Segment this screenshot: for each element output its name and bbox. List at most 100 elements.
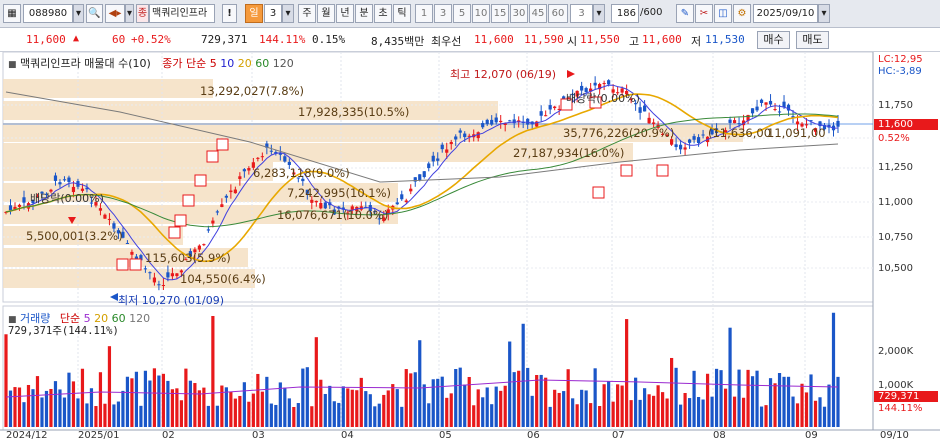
vol-y-tick-label: 1,000K xyxy=(878,380,914,391)
volume-bar xyxy=(4,334,8,427)
candle-body xyxy=(67,177,71,182)
up-arrow-icon: ▲ xyxy=(73,33,80,44)
interval-input[interactable]: 3 xyxy=(570,4,593,23)
volume-bar xyxy=(436,378,440,427)
sell-button[interactable]: 매도 xyxy=(796,31,829,49)
period-week-button[interactable]: 주 xyxy=(298,4,316,23)
candle-body xyxy=(481,123,485,128)
panel-handle-icon: ■ xyxy=(8,60,17,70)
volume-bar xyxy=(755,370,759,427)
candle-body xyxy=(125,242,130,244)
volume-bar xyxy=(220,385,224,427)
x-tick-label: 09 xyxy=(805,430,818,441)
current-volume-tag: 729,371 xyxy=(874,391,938,402)
volume-bar xyxy=(472,405,476,427)
buy-signal-marker xyxy=(129,258,142,271)
volume-bar xyxy=(786,376,791,427)
interval-1-button[interactable]: 1 xyxy=(415,4,433,23)
chart-type-icon[interactable]: ◫ xyxy=(714,4,732,23)
interval-10-button[interactable]: 10 xyxy=(472,4,490,23)
volume-bar xyxy=(35,376,40,427)
candle-body xyxy=(22,197,26,203)
period-tick-button[interactable]: 틱 xyxy=(393,4,411,23)
candle-body xyxy=(764,102,768,105)
search-icon[interactable]: 🔍 xyxy=(86,4,103,23)
interval-30-button[interactable]: 30 xyxy=(510,4,528,23)
menu-icon[interactable]: ▦ xyxy=(3,4,21,23)
candle-body xyxy=(508,120,512,122)
volume-bar xyxy=(643,388,647,427)
price-panel-legend: ■ 맥쿼리인프라 매물대 수(10) 종가 단순 5 10 20 60 120 xyxy=(8,55,294,71)
volume-bar xyxy=(229,391,233,427)
volume-bar xyxy=(265,376,269,427)
x-tick-label: 03 xyxy=(252,430,265,441)
candle-body xyxy=(395,202,399,205)
candle-body xyxy=(157,284,161,286)
candle-body xyxy=(202,244,206,246)
speaker-dropdown-icon[interactable]: ▾ xyxy=(125,4,134,23)
period-month-button[interactable]: 월 xyxy=(317,4,335,23)
candle-body xyxy=(427,163,431,169)
volume-bar xyxy=(305,367,309,427)
candle-body xyxy=(310,199,314,203)
interval-3-button[interactable]: 3 xyxy=(434,4,452,23)
volume-bar xyxy=(809,374,813,427)
volume-bar xyxy=(670,357,674,427)
buy-button[interactable]: 매수 xyxy=(757,31,790,49)
volume-bar xyxy=(188,380,192,427)
candle-body xyxy=(175,273,179,277)
alert-button[interactable]: ! xyxy=(222,4,237,23)
volume-bar xyxy=(566,369,570,427)
volume-bar xyxy=(296,403,300,427)
candle-body xyxy=(553,106,557,109)
code-dropdown-icon[interactable]: ▾ xyxy=(73,4,84,23)
calendar-dropdown-icon[interactable]: ▾ xyxy=(818,4,830,23)
volume-bar xyxy=(143,370,148,427)
volume-bar xyxy=(373,406,377,427)
volume-bar xyxy=(777,373,782,427)
volume-bar xyxy=(503,385,507,427)
buy-signal-marker xyxy=(116,258,129,271)
volume-bar xyxy=(620,385,624,427)
volume-bar xyxy=(8,390,13,427)
period-spinner-icon[interactable]: ▾ xyxy=(282,4,294,23)
volume-bar xyxy=(548,406,552,427)
interval-15-button[interactable]: 15 xyxy=(491,4,509,23)
vol-ma120-label: 120 xyxy=(129,312,151,325)
interval-45-button[interactable]: 45 xyxy=(529,4,547,23)
date-input[interactable]: 2025/09/10 xyxy=(753,4,818,23)
period-second-button[interactable]: 초 xyxy=(374,4,392,23)
stock-code-input[interactable]: 088980 xyxy=(23,4,73,23)
interval-60-button[interactable]: 60 xyxy=(548,4,568,23)
interval-spinner-icon[interactable]: ▾ xyxy=(593,4,605,23)
period-minute-button[interactable]: 분 xyxy=(355,4,373,23)
interval-5-button[interactable]: 5 xyxy=(453,4,471,23)
speaker-icon[interactable]: ◀▸ xyxy=(105,4,125,23)
volume-bar xyxy=(130,378,134,427)
volume-bar xyxy=(53,381,58,427)
candle-body xyxy=(224,195,228,198)
volume-bar xyxy=(125,376,130,427)
candle-body xyxy=(58,182,62,185)
period-num-input[interactable]: 3 xyxy=(264,4,282,23)
low-label: 저 xyxy=(691,36,702,48)
volume-bar xyxy=(625,319,629,427)
tool-icon[interactable]: ✎ xyxy=(676,4,694,23)
period-day-button[interactable]: 일 xyxy=(245,4,263,23)
period-year-button[interactable]: 년 xyxy=(336,4,354,23)
volume-bar xyxy=(831,312,836,427)
volume-bar xyxy=(224,387,228,427)
candle-body xyxy=(674,144,678,148)
drawing-icon[interactable]: ✂ xyxy=(695,4,713,23)
current-price-tag: 11,600 xyxy=(874,119,938,130)
candle-body xyxy=(652,122,656,124)
volume-bar xyxy=(687,398,692,427)
volume-bar xyxy=(593,368,597,427)
settings-icon[interactable]: ⚙ xyxy=(733,4,751,23)
buy-signal-marker xyxy=(656,164,669,177)
count-input[interactable]: 186 xyxy=(611,4,639,23)
volume-bar xyxy=(485,387,489,427)
stock-name-field[interactable]: 맥쿼리인프라 xyxy=(149,4,215,23)
profile-label: 5,500,001(3.2%) xyxy=(26,229,123,243)
x-tick-label: 09/10 xyxy=(880,430,909,441)
